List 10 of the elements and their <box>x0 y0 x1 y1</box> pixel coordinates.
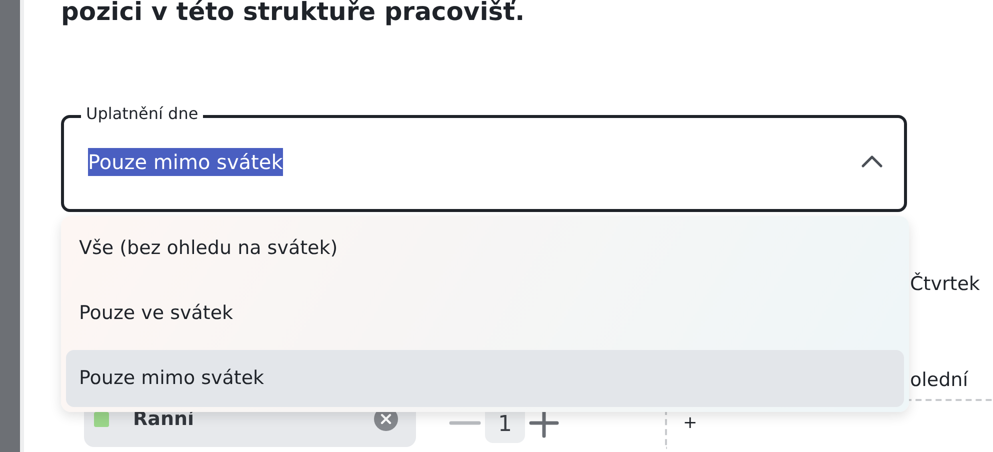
chevron-icon[interactable] <box>861 154 883 169</box>
day-label: Čtvrtek <box>910 273 981 297</box>
selected-value: Pouze mimo svátek <box>88 148 283 176</box>
field-label: Uplatnění dne <box>81 103 204 125</box>
menu-option[interactable]: Pouze mimo svátek <box>66 350 904 407</box>
heading: pozici v této struktuře pracovišť. <box>61 0 526 28</box>
menu-option[interactable]: Vše (bez ohledu na svátek) <box>66 220 904 277</box>
shift-name: Ranní <box>133 408 196 430</box>
section-label: olední <box>910 369 970 393</box>
menu-option[interactable]: Pouze ve svátek <box>66 285 904 342</box>
